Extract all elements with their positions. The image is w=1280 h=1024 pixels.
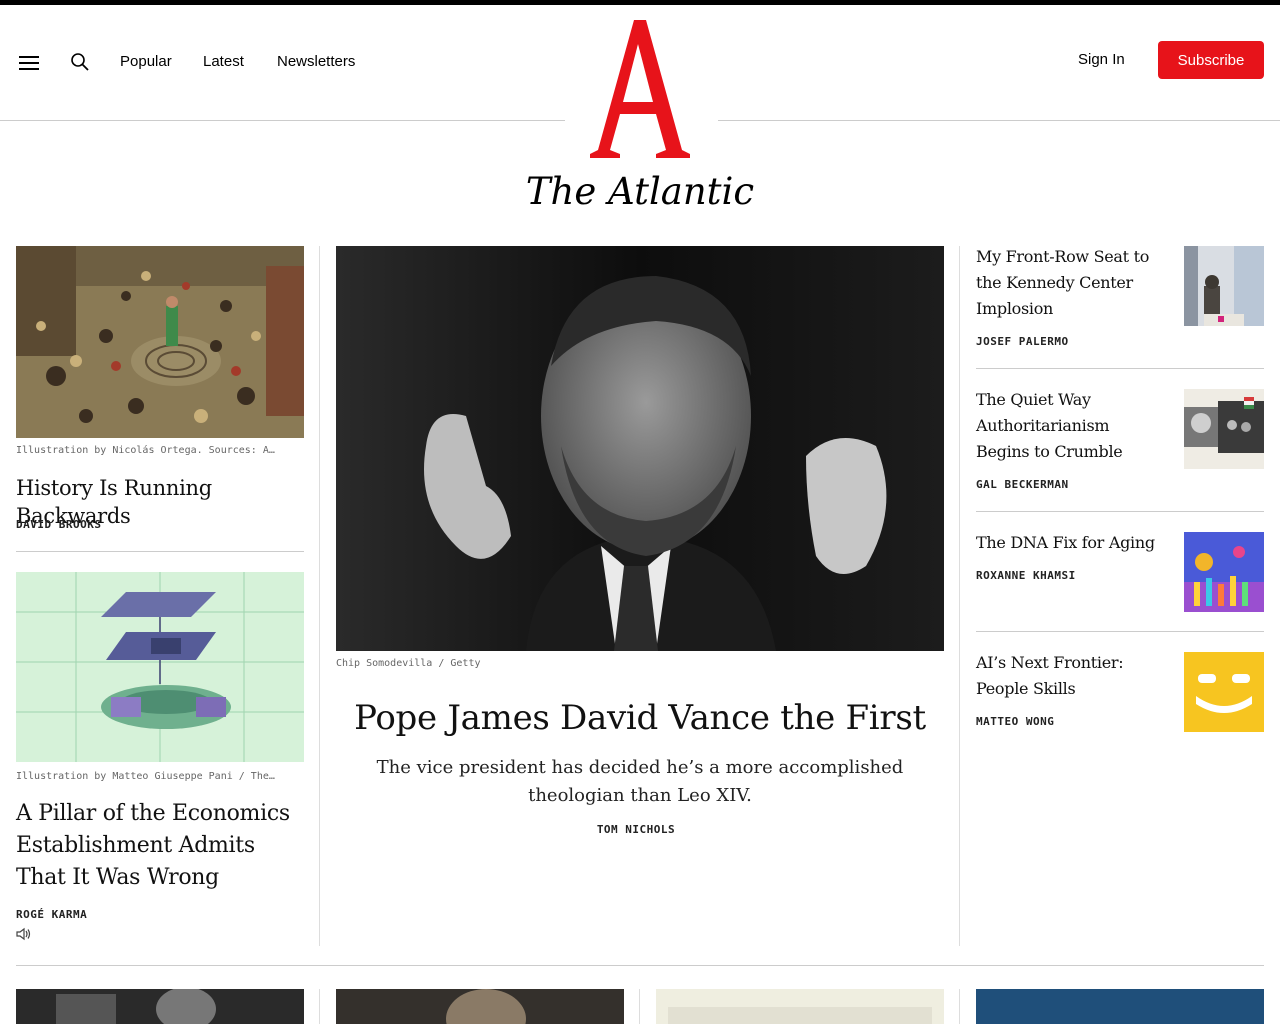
article-byline[interactable]: DAVID BROOKS — [16, 518, 101, 531]
article-image[interactable] — [976, 989, 1264, 1024]
bottom-photo-2 — [336, 989, 624, 1024]
article-thumbnail[interactable] — [1184, 652, 1264, 732]
menu-button[interactable] — [18, 52, 42, 74]
divider — [16, 551, 304, 552]
article-title[interactable]: A Pillar of the Economics Establishment … — [16, 798, 304, 894]
column-divider — [639, 989, 640, 1024]
wordmark[interactable]: The Atlantic — [520, 170, 760, 213]
article-byline[interactable]: MATTEO WONG — [976, 715, 1054, 728]
nav-latest[interactable]: Latest — [203, 53, 244, 70]
nav-popular[interactable]: Popular — [120, 53, 172, 70]
kennedy-center-thumb — [1184, 246, 1264, 326]
divider — [976, 368, 1264, 369]
article-image[interactable] — [16, 246, 304, 438]
article-image[interactable] — [656, 989, 944, 1024]
hamburger-line — [19, 62, 39, 64]
image-caption: Illustration by Nicolás Ortega. Sources:… — [16, 445, 275, 456]
bottom-photo-3 — [656, 989, 944, 1024]
section-divider — [16, 965, 1264, 966]
divider — [976, 631, 1264, 632]
article-thumbnail[interactable] — [1184, 532, 1264, 612]
painting-illustration — [16, 246, 304, 438]
column-divider — [959, 246, 960, 946]
article-image[interactable] — [16, 572, 304, 762]
article-title[interactable]: The DNA Fix for Aging — [976, 530, 1166, 556]
hamburger-line — [19, 68, 39, 70]
image-caption: Chip Somodevilla / Getty — [336, 658, 481, 669]
article-image[interactable] — [16, 989, 304, 1024]
article-thumbnail[interactable] — [1184, 246, 1264, 326]
bottom-photo-4 — [976, 989, 1264, 1024]
search-icon — [71, 53, 89, 71]
column-divider — [319, 246, 320, 946]
bottom-photo-1 — [16, 989, 304, 1024]
article-title[interactable]: The Quiet Way Authoritarianism Begins to… — [976, 387, 1166, 465]
lead-dek: The vice president has decided he’s a mo… — [376, 757, 904, 806]
sign-in-link[interactable]: Sign In — [1078, 51, 1125, 68]
smiley-thumb — [1184, 652, 1264, 732]
subscribe-button[interactable]: Subscribe — [1158, 41, 1264, 79]
header-rule-right — [718, 120, 1280, 121]
lead-image[interactable] — [336, 246, 944, 651]
atlantic-logo[interactable] — [590, 18, 690, 160]
article-image[interactable] — [336, 989, 624, 1024]
dna-thumb — [1184, 532, 1264, 612]
article-byline[interactable]: JOSEF PALERMO — [976, 335, 1069, 348]
authoritarianism-thumb — [1184, 389, 1264, 469]
article-thumbnail[interactable] — [1184, 389, 1264, 469]
portrait-photo — [336, 246, 944, 651]
article-title[interactable]: My Front-Row Seat to the Kennedy Center … — [976, 244, 1166, 322]
article-title[interactable]: AI’s Next Frontier: People Skills — [976, 650, 1166, 702]
nav-newsletters[interactable]: Newsletters — [277, 53, 355, 70]
image-caption: Illustration by Matteo Giuseppe Pani / T… — [16, 771, 275, 782]
economics-illustration — [16, 572, 304, 762]
speaker-icon[interactable] — [16, 927, 32, 941]
article-byline[interactable]: ROXANNE KHAMSI — [976, 569, 1076, 582]
hamburger-icon — [19, 56, 39, 58]
search-button[interactable] — [70, 52, 92, 74]
header-rule-left — [0, 120, 565, 121]
lead-title[interactable]: Pope James David Vance the First — [336, 696, 944, 740]
divider — [976, 511, 1264, 512]
article-byline[interactable]: ROGÉ KARMA — [16, 908, 87, 921]
lead-byline[interactable]: TOM NICHOLS — [336, 823, 936, 836]
article-byline[interactable]: GAL BECKERMAN — [976, 478, 1069, 491]
column-divider — [959, 989, 960, 1024]
column-divider — [319, 989, 320, 1024]
